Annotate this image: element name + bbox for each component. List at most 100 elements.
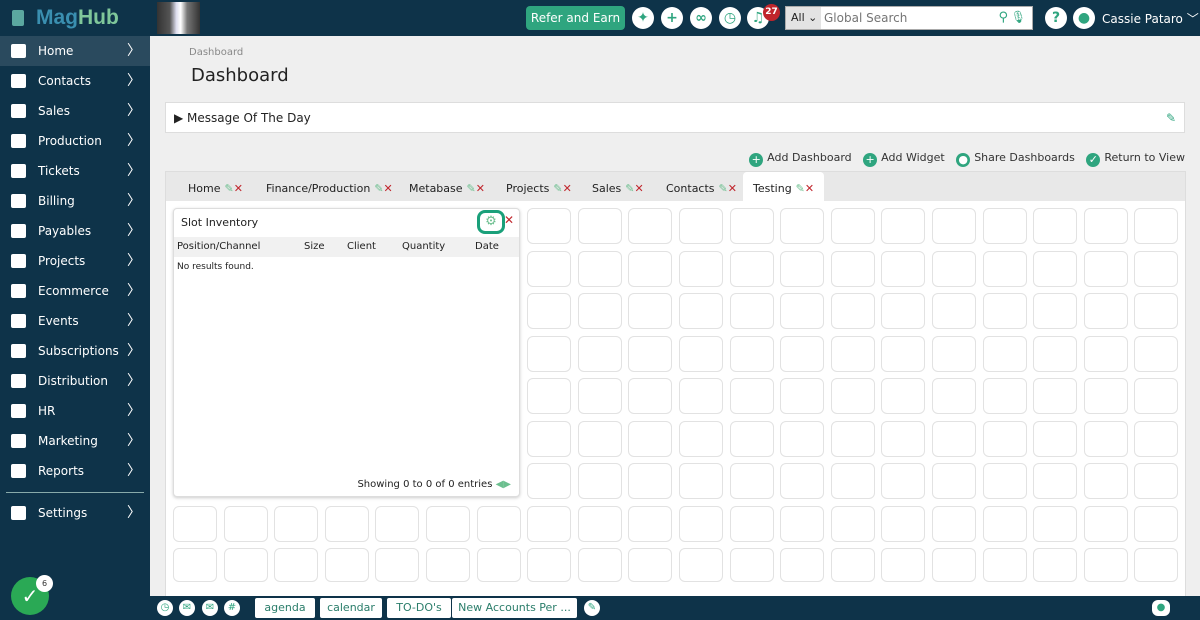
grid-slot[interactable] — [729, 378, 774, 414]
grid-slot[interactable] — [1083, 208, 1128, 244]
sidebar-item-billing[interactable]: Billing 〉 — [0, 186, 150, 216]
edit-icon[interactable]: ✎ — [796, 182, 805, 195]
delete-icon[interactable]: ✕ — [805, 182, 814, 195]
grid-slot[interactable] — [628, 250, 673, 287]
grid-slot[interactable] — [577, 420, 622, 457]
sidebar-item-production[interactable]: Production 〉 — [0, 126, 150, 156]
grid-slot[interactable] — [527, 293, 572, 329]
edit-icon[interactable]: ✎ — [224, 182, 233, 195]
grid-slot[interactable] — [527, 420, 572, 457]
sidebar-item-sales[interactable]: Sales 〉 — [0, 96, 150, 126]
column-header[interactable]: Position/Channel — [177, 237, 260, 257]
link-icon[interactable]: ∞ — [690, 7, 712, 29]
grid-slot[interactable] — [729, 463, 774, 499]
grid-slot[interactable] — [527, 548, 572, 582]
tab-contacts[interactable]: Contacts ✎✕ — [666, 172, 737, 201]
grid-slot[interactable] — [679, 293, 723, 329]
return-to-view-button[interactable]: ✓ Return to View — [1086, 151, 1185, 167]
grid-slot[interactable] — [780, 293, 825, 329]
add-widget-button[interactable]: + Add Widget — [863, 151, 945, 167]
grid-slot[interactable] — [1083, 335, 1128, 372]
grid-slot[interactable] — [1033, 208, 1078, 244]
add-dashboard-button[interactable]: + Add Dashboard — [749, 151, 852, 167]
grid-slot[interactable] — [780, 208, 825, 244]
grid-slot[interactable] — [577, 250, 622, 287]
grid-slot[interactable] — [982, 378, 1027, 414]
sidebar-item-projects[interactable]: Projects 〉 — [0, 246, 150, 276]
sidebar-item-ecommerce[interactable]: Ecommerce 〉 — [0, 276, 150, 306]
grid-slot[interactable] — [982, 420, 1027, 457]
sidebar-item-hr[interactable]: HR 〉 — [0, 396, 150, 426]
grid-slot[interactable] — [628, 208, 673, 244]
grid-slot[interactable] — [527, 378, 572, 414]
bottom-tab[interactable]: TO-DO's — [387, 598, 451, 618]
avatar[interactable]: ● — [1073, 7, 1095, 29]
grid-slot[interactable] — [982, 335, 1027, 372]
grid-slot[interactable] — [476, 548, 521, 582]
grid-slot[interactable] — [577, 293, 622, 329]
grid-slot[interactable] — [223, 505, 268, 542]
message-of-the-day[interactable]: ▶ Message Of The Day ✎ — [165, 102, 1185, 133]
grid-slot[interactable] — [932, 250, 976, 287]
edit-icon[interactable]: ✎ — [1166, 103, 1176, 133]
grid-slot[interactable] — [982, 505, 1027, 542]
grid-slot[interactable] — [932, 548, 976, 582]
grid-slot[interactable] — [830, 335, 875, 372]
delete-icon[interactable]: ✕ — [234, 182, 243, 195]
grid-slot[interactable] — [577, 548, 622, 582]
grid-slot[interactable] — [1083, 548, 1128, 582]
grid-slot[interactable] — [881, 420, 926, 457]
delete-icon[interactable]: ✕ — [476, 182, 485, 195]
search-input[interactable] — [824, 9, 994, 27]
grid-slot[interactable] — [780, 378, 825, 414]
grid-slot[interactable] — [1083, 250, 1128, 287]
tab-sales[interactable]: Sales ✎✕ — [592, 172, 644, 201]
grid-slot[interactable] — [577, 208, 622, 244]
grid-slot[interactable] — [932, 335, 976, 372]
grid-slot[interactable] — [729, 250, 774, 287]
grid-slot[interactable] — [1033, 463, 1078, 499]
grid-slot[interactable] — [932, 378, 976, 414]
grid-slot[interactable] — [1083, 463, 1128, 499]
bottom-tab[interactable]: calendar — [320, 598, 382, 618]
grid-slot[interactable] — [1134, 335, 1179, 372]
tab-testing[interactable]: Testing ✎✕ — [743, 172, 825, 201]
grid-slot[interactable] — [1033, 505, 1078, 542]
grid-slot[interactable] — [274, 505, 319, 542]
share-dashboards-button[interactable]: ● Share Dashboards — [956, 151, 1075, 167]
grid-slot[interactable] — [780, 548, 825, 582]
grid-slot[interactable] — [830, 420, 875, 457]
grid-slot[interactable] — [729, 293, 774, 329]
grid-slot[interactable] — [1083, 378, 1128, 414]
grid-slot[interactable] — [982, 250, 1027, 287]
grid-slot[interactable] — [577, 505, 622, 542]
user-menu[interactable]: Cassie Pataro ﹀ — [1102, 10, 1199, 27]
grid-slot[interactable] — [173, 548, 217, 582]
tab-projects[interactable]: Projects ✎✕ — [506, 172, 572, 201]
grid-slot[interactable] — [729, 548, 774, 582]
grid-slot[interactable] — [830, 250, 875, 287]
grid-slot[interactable] — [881, 378, 926, 414]
grid-slot[interactable] — [577, 378, 622, 414]
tab-finance-production[interactable]: Finance/Production ✎✕ — [266, 172, 393, 201]
grid-slot[interactable] — [780, 420, 825, 457]
grid-slot[interactable] — [527, 250, 572, 287]
bottom-tab[interactable]: New Accounts Per ... — [452, 598, 577, 618]
sidebar-item-events[interactable]: Events 〉 — [0, 306, 150, 336]
grid-slot[interactable] — [881, 208, 926, 244]
edit-icon[interactable]: ✎ — [467, 182, 476, 195]
edit-icon[interactable]: ✎ — [584, 600, 600, 616]
grid-slot[interactable] — [527, 505, 572, 542]
grid-slot[interactable] — [1083, 293, 1128, 329]
sidebar-item-distribution[interactable]: Distribution 〉 — [0, 366, 150, 396]
party-icon[interactable]: ✦ — [632, 7, 654, 29]
grid-slot[interactable] — [527, 335, 572, 372]
grid-slot[interactable] — [932, 505, 976, 542]
grid-slot[interactable] — [830, 293, 875, 329]
delete-icon[interactable]: ✕ — [635, 182, 644, 195]
edit-icon[interactable]: ✎ — [553, 182, 562, 195]
grid-slot[interactable] — [1033, 250, 1078, 287]
grid-slot[interactable] — [628, 505, 673, 542]
grid-slot[interactable] — [1134, 378, 1179, 414]
grid-slot[interactable] — [1033, 378, 1078, 414]
